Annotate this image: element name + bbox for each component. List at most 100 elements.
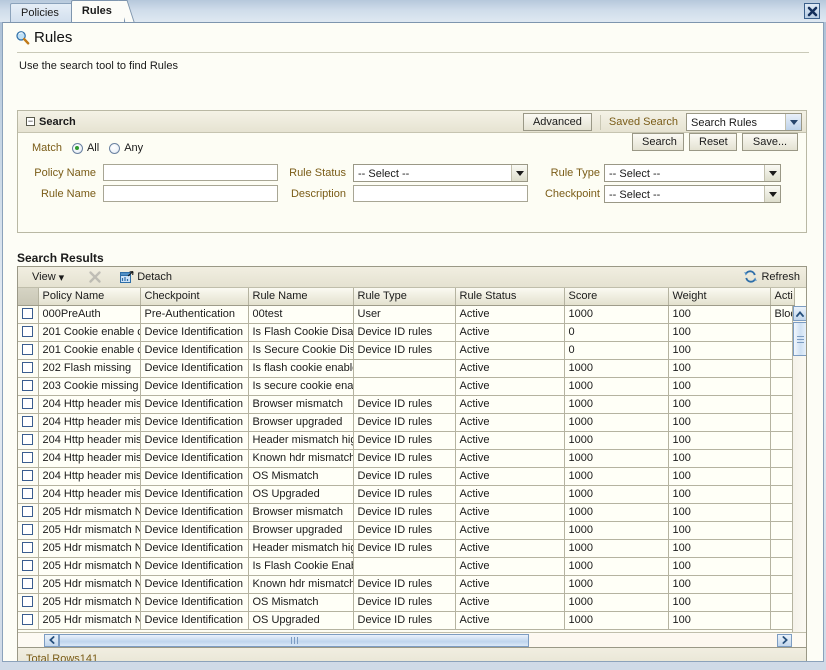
column-header-rule-name[interactable]: Rule Name <box>248 288 353 305</box>
detach-button[interactable]: Detach <box>120 271 172 284</box>
cell-rule-name[interactable]: Browser upgraded <box>248 521 353 539</box>
horizontal-scrollbar[interactable] <box>18 632 806 647</box>
cell-rule-name[interactable]: Is secure cookie enab <box>248 377 353 395</box>
table-row[interactable]: 204 Http header mismDevice Identificatio… <box>18 485 794 503</box>
row-checkbox[interactable] <box>22 362 33 373</box>
row-select-cell[interactable] <box>18 485 38 503</box>
cell-rule-name[interactable]: OS Upgraded <box>248 611 353 629</box>
vertical-scroll-thumb[interactable] <box>793 322 806 356</box>
table-row[interactable]: 204 Http header mismDevice Identificatio… <box>18 431 794 449</box>
rule-status-select[interactable]: -- Select -- <box>353 164 528 182</box>
row-select-cell[interactable] <box>18 467 38 485</box>
row-select-cell[interactable] <box>18 377 38 395</box>
column-header-rule-type[interactable]: Rule Type <box>353 288 455 305</box>
cell-rule-name[interactable]: 00test <box>248 305 353 323</box>
table-row[interactable]: 205 Hdr mismatch NoDevice Identification… <box>18 575 794 593</box>
table-row[interactable]: 203 Cookie missingDevice IdentificationI… <box>18 377 794 395</box>
description-input[interactable] <box>353 185 528 202</box>
row-checkbox[interactable] <box>22 452 33 463</box>
horizontal-scroll-track[interactable] <box>59 634 777 647</box>
row-checkbox[interactable] <box>22 560 33 571</box>
row-select-cell[interactable] <box>18 557 38 575</box>
cell-rule-name[interactable]: OS Mismatch <box>248 467 353 485</box>
advanced-button[interactable]: Advanced <box>523 113 592 131</box>
scroll-left-button[interactable] <box>44 634 59 647</box>
view-menu-button[interactable]: View ▾ <box>32 271 64 284</box>
table-row[interactable]: 000PreAuthPre-Authentication00testUserAc… <box>18 305 794 323</box>
table-row[interactable]: 204 Http header mismDevice Identificatio… <box>18 449 794 467</box>
scroll-up-button[interactable] <box>793 306 806 321</box>
cell-rule-name[interactable]: Is Flash Cookie Disabl <box>248 323 353 341</box>
row-checkbox[interactable] <box>22 470 33 481</box>
cell-rule-name[interactable]: Known hdr mismatch <box>248 449 353 467</box>
row-select-cell[interactable] <box>18 431 38 449</box>
column-header-policy-name[interactable]: Policy Name <box>38 288 140 305</box>
table-row[interactable]: 204 Http header mismDevice Identificatio… <box>18 395 794 413</box>
cell-rule-name[interactable]: Is Secure Cookie Disa <box>248 341 353 359</box>
collapse-toggle-icon[interactable]: − <box>26 117 35 126</box>
tab-rules[interactable]: Rules <box>71 0 125 22</box>
reset-button[interactable]: Reset <box>689 133 737 151</box>
row-checkbox[interactable] <box>22 380 33 391</box>
row-select-cell[interactable] <box>18 611 38 629</box>
tab-policies[interactable]: Policies <box>10 3 72 22</box>
row-select-cell[interactable] <box>18 359 38 377</box>
row-checkbox[interactable] <box>22 398 33 409</box>
column-header-action[interactable]: Acti <box>770 288 794 305</box>
cell-rule-name[interactable]: Is flash cookie enable <box>248 359 353 377</box>
row-checkbox[interactable] <box>22 542 33 553</box>
row-checkbox[interactable] <box>22 434 33 445</box>
cell-rule-name[interactable]: Is Flash Cookie Enabl <box>248 557 353 575</box>
row-select-cell[interactable] <box>18 395 38 413</box>
table-row[interactable]: 205 Hdr mismatch NoDevice Identification… <box>18 521 794 539</box>
cell-rule-name[interactable]: Header mismatch high <box>248 431 353 449</box>
row-checkbox[interactable] <box>22 614 33 625</box>
rule-type-select[interactable]: -- Select -- <box>604 164 781 182</box>
table-row[interactable]: 205 Hdr mismatch NoDevice Identification… <box>18 503 794 521</box>
column-header-score[interactable]: Score <box>564 288 668 305</box>
checkpoint-select[interactable]: -- Select -- <box>604 185 781 203</box>
table-row[interactable]: 205 Hdr mismatch NoDevice Identification… <box>18 611 794 629</box>
rule-name-input[interactable] <box>103 185 278 202</box>
row-checkbox[interactable] <box>22 596 33 607</box>
row-select-cell[interactable] <box>18 503 38 521</box>
cell-rule-name[interactable]: Header mismatch high <box>248 539 353 557</box>
select-all-column-header[interactable] <box>18 288 38 305</box>
cell-rule-name[interactable]: OS Upgraded <box>248 485 353 503</box>
policy-name-input[interactable] <box>103 164 278 181</box>
radio-match-any-label[interactable]: Any <box>124 142 143 154</box>
table-row[interactable]: 205 Hdr mismatch NoDevice Identification… <box>18 593 794 611</box>
table-row[interactable]: 204 Http header mismDevice Identificatio… <box>18 467 794 485</box>
row-checkbox[interactable] <box>22 578 33 589</box>
cell-rule-name[interactable]: Browser upgraded <box>248 413 353 431</box>
vertical-scrollbar[interactable] <box>792 306 806 647</box>
delete-row-button[interactable] <box>88 270 102 284</box>
column-header-rule-status[interactable]: Rule Status <box>455 288 564 305</box>
row-checkbox[interactable] <box>22 308 33 319</box>
search-button[interactable]: Search <box>632 133 684 151</box>
table-row[interactable]: 202 Flash missingDevice IdentificationIs… <box>18 359 794 377</box>
radio-match-any[interactable] <box>109 143 120 154</box>
refresh-button[interactable]: Refresh <box>743 269 800 284</box>
radio-match-all-label[interactable]: All <box>87 142 99 154</box>
row-select-cell[interactable] <box>18 521 38 539</box>
radio-match-all[interactable] <box>72 143 83 154</box>
cell-rule-name[interactable]: Browser mismatch <box>248 395 353 413</box>
table-row[interactable]: 204 Http header mismDevice Identificatio… <box>18 413 794 431</box>
saved-search-select[interactable]: Search Rules <box>686 113 802 131</box>
row-select-cell[interactable] <box>18 305 38 323</box>
table-row[interactable]: 205 Hdr mismatch NoDevice Identification… <box>18 557 794 575</box>
row-checkbox[interactable] <box>22 524 33 535</box>
row-select-cell[interactable] <box>18 575 38 593</box>
row-checkbox[interactable] <box>22 326 33 337</box>
save-button[interactable]: Save... <box>742 133 798 151</box>
row-checkbox[interactable] <box>22 488 33 499</box>
row-select-cell[interactable] <box>18 341 38 359</box>
row-checkbox[interactable] <box>22 416 33 427</box>
row-checkbox[interactable] <box>22 344 33 355</box>
row-select-cell[interactable] <box>18 539 38 557</box>
cell-rule-name[interactable]: OS Mismatch <box>248 593 353 611</box>
table-row[interactable]: 201 Cookie enable chDevice Identificatio… <box>18 323 794 341</box>
table-row[interactable]: 201 Cookie enable chDevice Identificatio… <box>18 341 794 359</box>
scroll-right-button[interactable] <box>777 634 792 647</box>
